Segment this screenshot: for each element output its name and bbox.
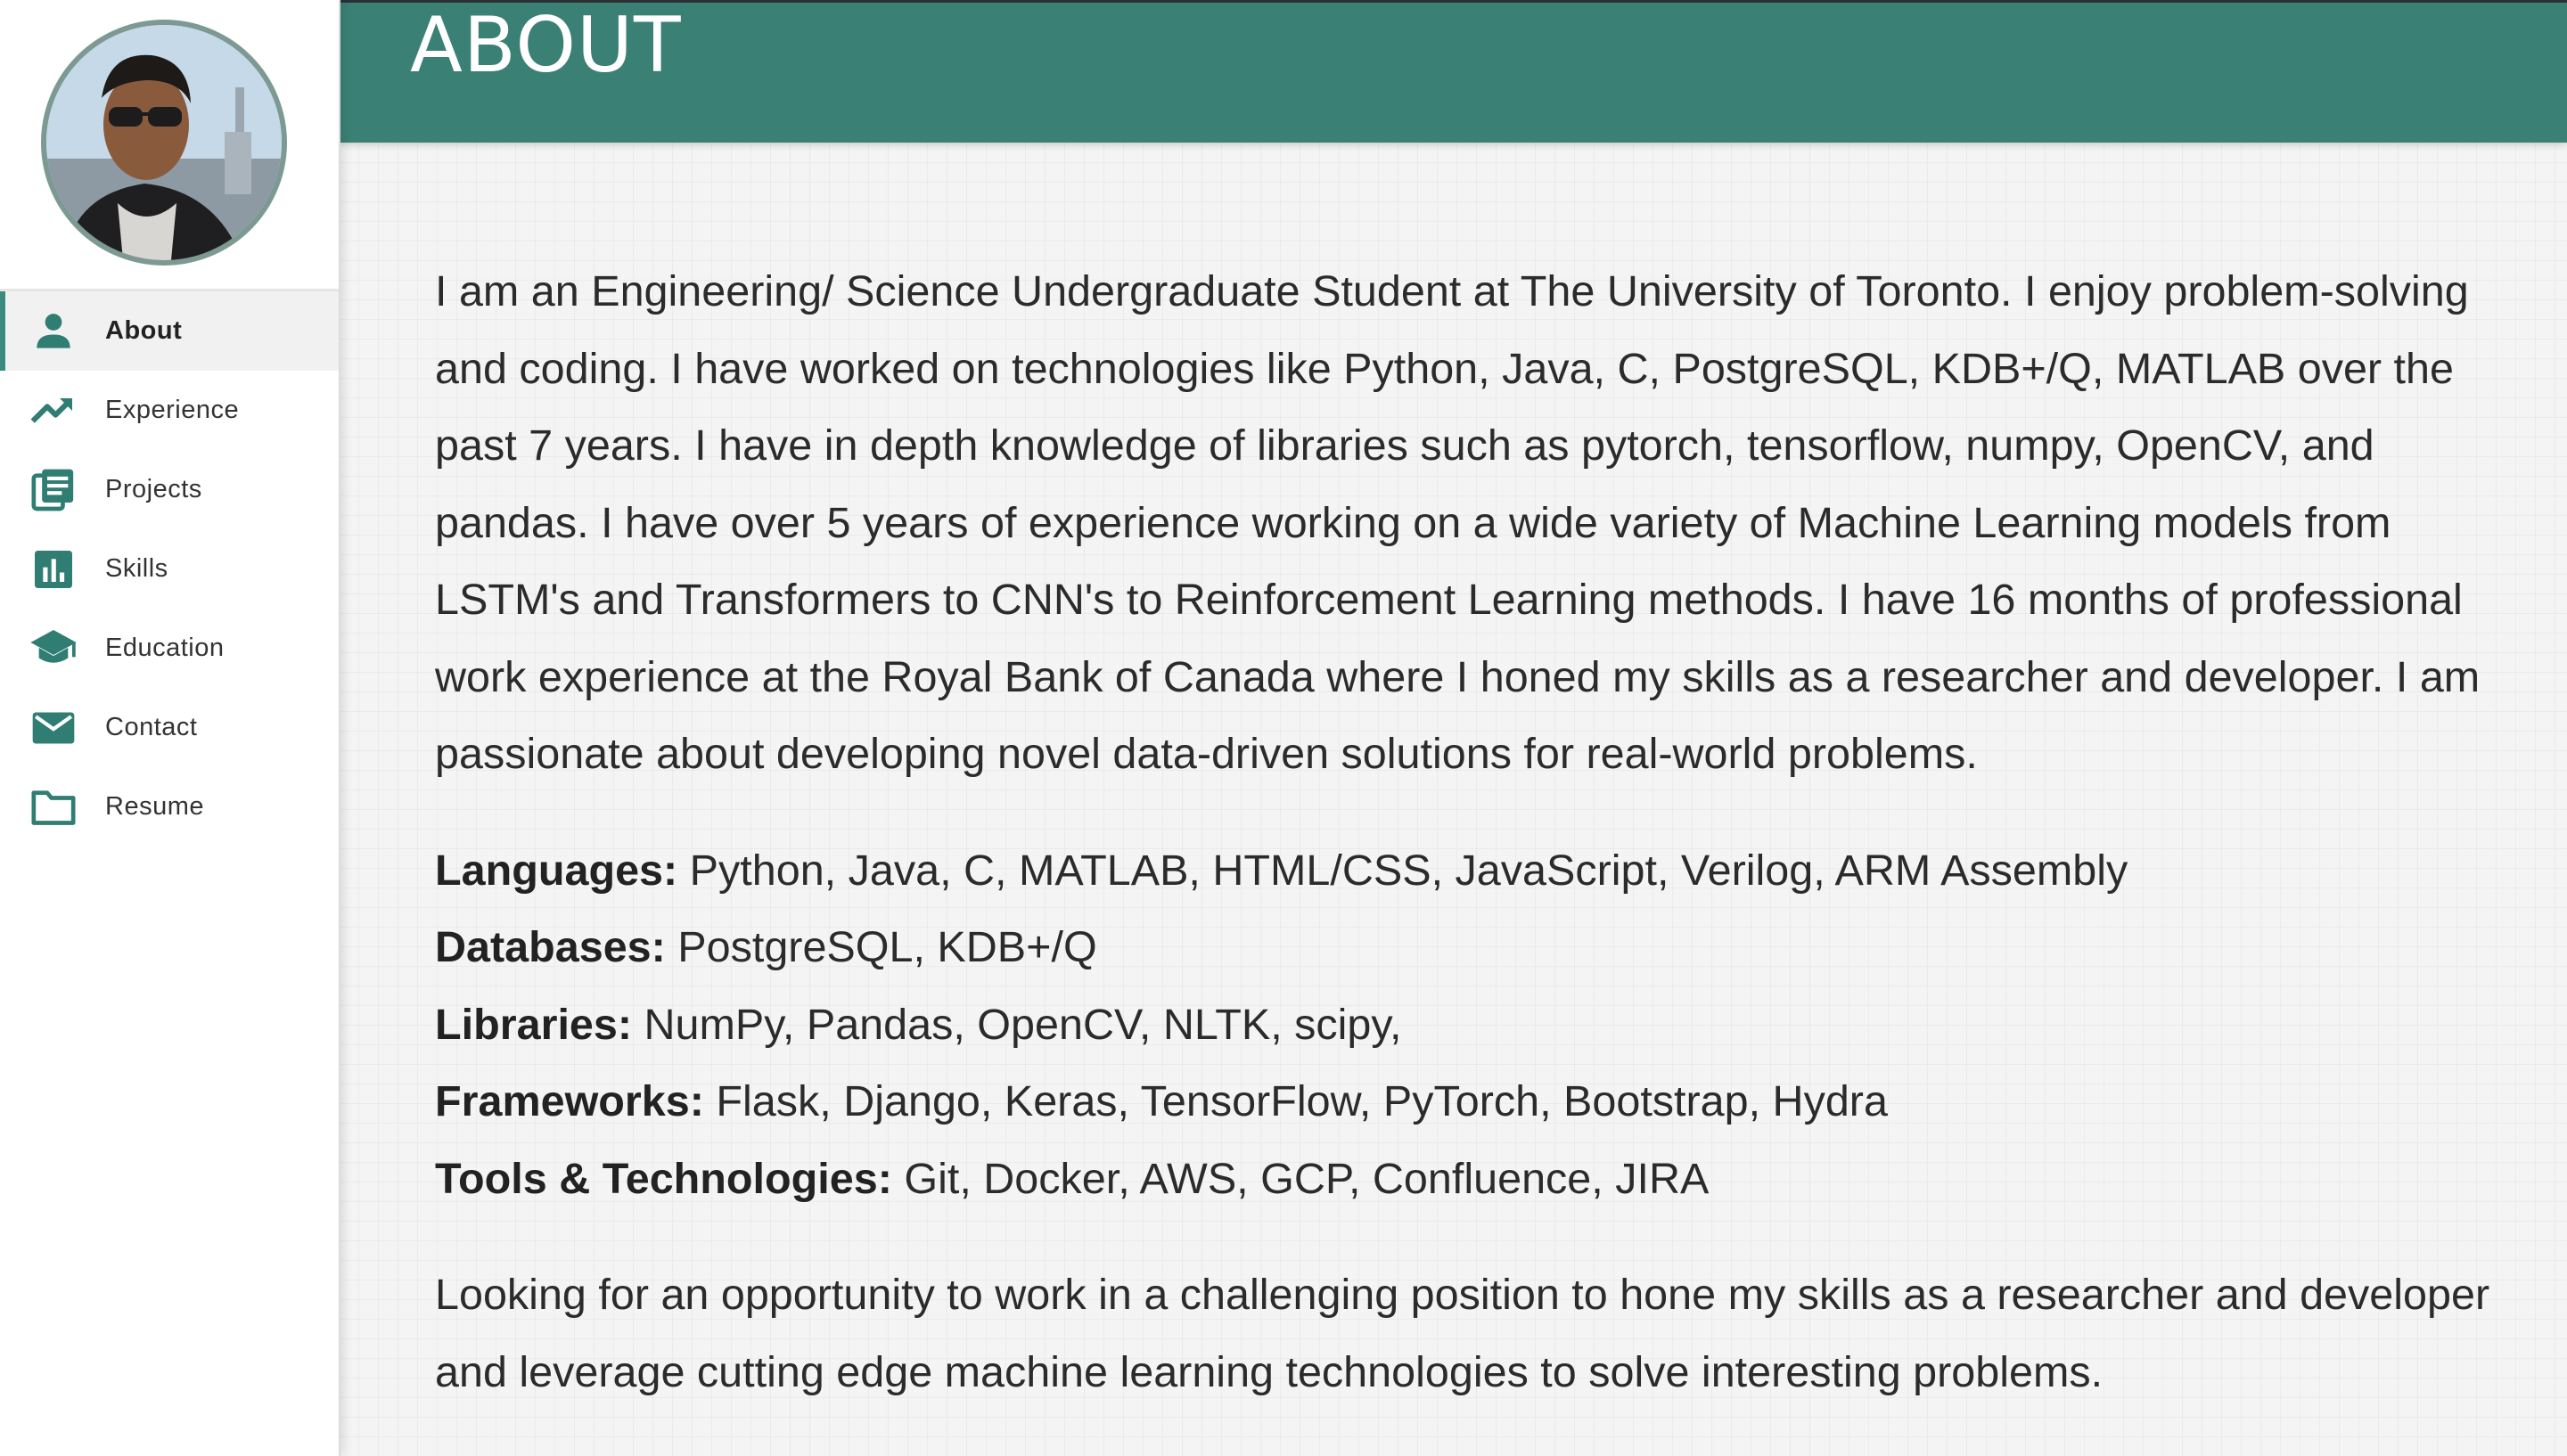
skill-value: Python, Java, C, MATLAB, HTML/CSS, JavaS… [689,846,2128,895]
sidebar-item-label: Resume [105,792,204,821]
skill-row-databases: Databases: PostgreSQL, KDB+/Q [435,909,2494,986]
sidebar-item-label: Contact [105,713,198,741]
skill-row-tools: Tools & Technologies: Git, Docker, AWS, … [435,1141,2494,1218]
page-title: ABOUT [410,1,682,90]
outro-paragraph: Looking for an opportunity to work in a … [435,1271,2490,1396]
skills-list: Languages: Python, Java, C, MATLAB, HTML… [435,832,2494,1218]
page-header: ABOUT [339,0,2567,143]
skill-row-languages: Languages: Python, Java, C, MATLAB, HTML… [435,832,2494,910]
sidebar-item-label: About [105,316,183,345]
sidebar-item-contact[interactable]: Contact [0,688,339,767]
sidebar-item-skills[interactable]: Skills [0,529,339,609]
person-icon [29,307,78,356]
mail-icon [29,703,78,753]
intro-paragraph: I am an Engineering/ Science Undergradua… [435,267,2481,778]
skill-row-frameworks: Frameworks: Flask, Django, Keras, Tensor… [435,1063,2494,1141]
skill-label: Languages: [435,846,678,895]
skill-label: Tools & Technologies: [435,1154,892,1203]
sidebar: About Experience Projects Skills Educati… [0,0,340,1456]
sidebar-item-label: Education [105,634,225,662]
sidebar-nav: About Experience Projects Skills Educati… [0,291,339,847]
folder-icon [29,782,78,832]
skill-label: Libraries: [435,1000,633,1049]
avatar-photo [46,25,282,260]
sidebar-item-resume[interactable]: Resume [0,767,339,847]
skill-value: NumPy, Pandas, OpenCV, NLTK, scipy, [644,1000,1402,1049]
bar-chart-icon [29,544,78,594]
skill-value: PostgreSQL, KDB+/Q [677,923,1097,971]
sidebar-item-label: Projects [105,475,202,503]
avatar [41,20,287,266]
sidebar-item-about[interactable]: About [0,291,339,371]
sidebar-item-label: Skills [105,554,168,583]
skill-row-libraries: Libraries: NumPy, Pandas, OpenCV, NLTK, … [435,986,2494,1064]
avatar-container [0,0,339,291]
skill-value: Git, Docker, AWS, GCP, Confluence, JIRA [904,1154,1710,1203]
skill-value: Flask, Django, Keras, TensorFlow, PyTorc… [716,1077,1888,1125]
sidebar-item-experience[interactable]: Experience [0,371,339,450]
main-content: I am an Engineering/ Science Undergradua… [339,143,2567,1456]
article-icon [29,465,78,515]
sidebar-item-label: Experience [105,396,240,424]
sidebar-item-education[interactable]: Education [0,609,339,688]
trending-up-icon [29,386,78,436]
skill-label: Databases: [435,923,666,971]
about-section: I am an Engineering/ Science Undergradua… [435,253,2494,1411]
skill-label: Frameworks: [435,1077,704,1125]
school-icon [29,624,78,674]
sidebar-item-projects[interactable]: Projects [0,450,339,529]
